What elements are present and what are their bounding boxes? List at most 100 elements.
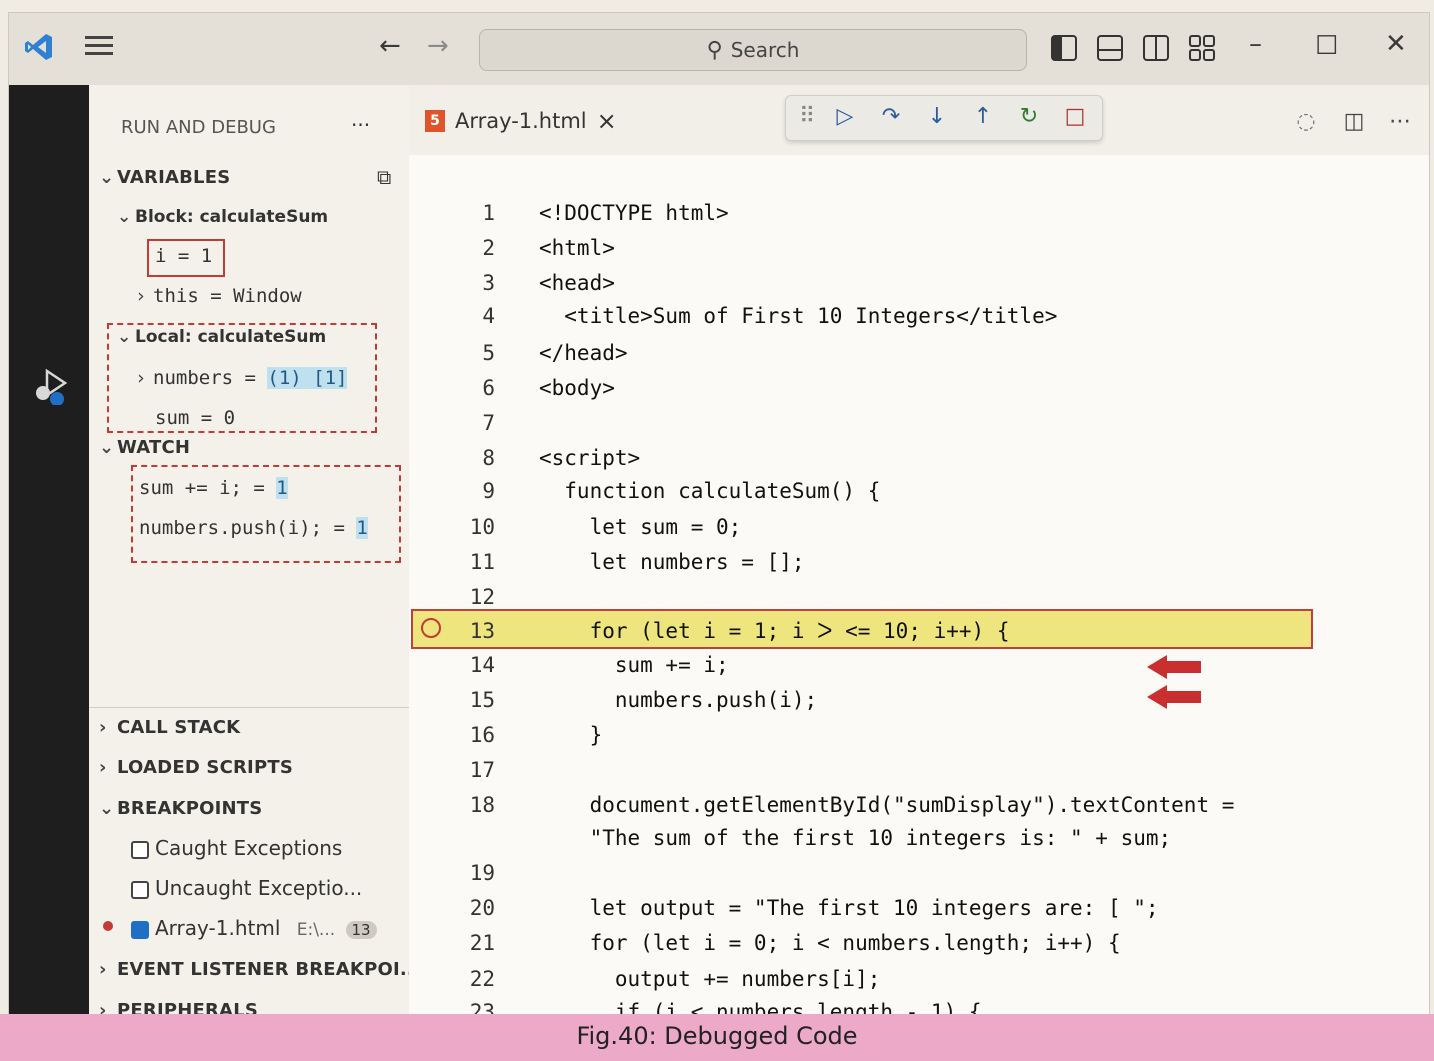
line-number[interactable]: 6 <box>449 376 495 400</box>
drag-handle-icon[interactable]: ⠿ <box>792 102 822 132</box>
checkbox-checked[interactable] <box>131 920 149 939</box>
code-line[interactable]: "The sum of the first 10 integers is: " … <box>539 826 1172 850</box>
customize-layout-icon[interactable] <box>1189 35 1215 68</box>
breakpoint-array-file[interactable]: Array-1.html E:\... 13 <box>131 916 377 940</box>
variables-section-header[interactable]: ⌄ VARIABLES <box>99 167 230 188</box>
code-line[interactable]: <body> <box>539 376 615 400</box>
menu-icon[interactable] <box>85 33 113 64</box>
line-number[interactable]: 22 <box>449 967 495 991</box>
code-line[interactable]: sum += i; <box>539 653 729 677</box>
call-stack-section-header[interactable]: › CALL STACK <box>99 717 240 738</box>
variable-numbers[interactable]: › numbers = (1) [1] <box>135 367 348 389</box>
code-line[interactable]: <head> <box>539 271 615 295</box>
line-number[interactable]: 17 <box>449 758 495 782</box>
lightbulb-icon[interactable]: ◌ <box>1291 107 1321 137</box>
line-number[interactable]: 11 <box>449 550 495 574</box>
checkbox[interactable] <box>131 840 149 859</box>
search-icon: ⚲ <box>706 37 723 63</box>
line-number[interactable]: 13 <box>449 619 495 643</box>
line-number[interactable]: 2 <box>449 236 495 260</box>
line-number[interactable]: 10 <box>449 515 495 539</box>
line-number[interactable]: 1 <box>449 201 495 225</box>
toggle-primary-sidebar-icon[interactable] <box>1051 35 1077 68</box>
breakpoint-uncaught-exceptions[interactable]: Uncaught Exceptio... <box>131 876 362 900</box>
chevron-right-icon: › <box>135 285 147 307</box>
title-bar: ← → ⚲ Search – ☐ ✕ <box>9 13 1429 85</box>
line-number[interactable]: 16 <box>449 723 495 747</box>
variable-this[interactable]: › this = Window <box>135 285 302 307</box>
checkbox[interactable] <box>131 880 149 899</box>
event-listener-section-header[interactable]: › EVENT LISTENER BREAKPOI... <box>99 959 421 980</box>
code-line[interactable]: function calculateSum() { <box>539 479 880 503</box>
code-line[interactable]: document.getElementById("sumDisplay").te… <box>539 793 1235 817</box>
chevron-down-icon: ⌄ <box>117 327 132 347</box>
variable-sum[interactable]: sum = 0 <box>155 407 235 429</box>
line-number[interactable]: 5 <box>449 341 495 365</box>
line-number[interactable]: 4 <box>449 304 495 328</box>
split-editor-icon[interactable]: ◫ <box>1339 107 1369 137</box>
stop-icon[interactable]: □ <box>1060 102 1090 132</box>
code-line[interactable]: let numbers = []; <box>539 550 805 574</box>
code-line[interactable]: numbers.push(i); <box>539 688 817 712</box>
continue-icon[interactable]: ▷ <box>830 102 860 132</box>
line-number[interactable]: 20 <box>449 896 495 920</box>
maximize-icon[interactable]: ☐ <box>1315 31 1338 61</box>
line-number[interactable]: 21 <box>449 931 495 955</box>
code-line[interactable]: <html> <box>539 236 615 260</box>
line-number[interactable]: 8 <box>449 446 495 470</box>
chevron-right-icon: › <box>135 367 147 389</box>
arrow-annotation-icon <box>1147 655 1207 713</box>
code-line[interactable]: <!DOCTYPE html> <box>539 201 729 225</box>
code-line[interactable]: let output = "The first 10 integers are:… <box>539 896 1159 920</box>
line-number[interactable]: 14 <box>449 653 495 677</box>
watch-item-sum[interactable]: sum += i; = 1 <box>139 477 288 499</box>
breakpoint-caught-exceptions[interactable]: Caught Exceptions <box>131 836 342 860</box>
code-line[interactable]: } <box>539 723 603 747</box>
chevron-down-icon: ⌄ <box>99 437 115 458</box>
line-number[interactable]: 7 <box>449 411 495 435</box>
minimize-icon[interactable]: – <box>1249 29 1262 59</box>
code-line[interactable]: </head> <box>539 341 628 365</box>
run-debug-icon[interactable] <box>29 365 69 406</box>
tab-array-1-html[interactable]: 5 Array-1.html × <box>425 99 617 143</box>
sidebar-header: RUN AND DEBUG <box>121 117 276 138</box>
collapse-all-icon[interactable]: ⧉ <box>377 165 391 189</box>
step-into-icon[interactable]: ↓ <box>922 102 952 132</box>
toggle-secondary-sidebar-icon[interactable] <box>1143 35 1169 68</box>
line-number[interactable]: 3 <box>449 271 495 295</box>
block-scope[interactable]: ⌄ Block: calculateSum <box>117 207 328 227</box>
editor-tab-bar: 5 Array-1.html × ⠿ ▷ ↷ ↓ ↑ ↻ □ ◌ ◫ ⋯ <box>409 85 1429 155</box>
arrow-right-icon[interactable]: → <box>427 31 449 61</box>
tab-close-icon[interactable]: × <box>597 107 617 135</box>
code-line[interactable]: output += numbers[i]; <box>539 967 881 991</box>
code-line[interactable]: for (let i = 0; i < numbers.length; i++)… <box>539 931 1121 955</box>
watch-item-push[interactable]: numbers.push(i); = 1 <box>139 517 368 539</box>
figure-caption: Fig.40: Debugged Code <box>0 1014 1434 1061</box>
local-scope[interactable]: ⌄ Local: calculateSum <box>117 327 326 347</box>
code-line[interactable]: <title>Sum of First 10 Integers</title> <box>539 304 1057 328</box>
sidebar-more-icon[interactable]: ··· <box>351 113 370 137</box>
step-out-icon[interactable]: ↑ <box>968 102 998 132</box>
restart-icon[interactable]: ↻ <box>1014 102 1044 132</box>
more-actions-icon[interactable]: ⋯ <box>1385 107 1415 137</box>
search-label: Search <box>730 38 800 62</box>
line-number[interactable]: 9 <box>449 479 495 503</box>
line-number[interactable]: 19 <box>449 861 495 885</box>
chevron-right-icon: › <box>99 717 107 738</box>
code-line[interactable]: <script> <box>539 446 640 470</box>
toggle-panel-icon[interactable] <box>1097 35 1123 68</box>
code-line[interactable]: let sum = 0; <box>539 515 742 539</box>
code-line[interactable]: for (let i = 1; i ᐳ <= 10; i++) { <box>539 619 1010 643</box>
close-window-icon[interactable]: ✕ <box>1385 29 1407 59</box>
search-box[interactable]: ⚲ Search <box>479 29 1027 71</box>
line-number[interactable]: 15 <box>449 688 495 712</box>
arrow-left-icon[interactable]: ← <box>379 31 401 61</box>
variable-i[interactable]: i = 1 <box>155 245 212 267</box>
line-number[interactable]: 12 <box>449 585 495 609</box>
editor-area: 5 Array-1.html × ⠿ ▷ ↷ ↓ ↑ ↻ □ ◌ ◫ ⋯ 1 <!… <box>409 85 1429 1021</box>
watch-section-header[interactable]: ⌄ WATCH <box>99 437 190 458</box>
line-number[interactable]: 18 <box>449 793 495 817</box>
breakpoints-section-header[interactable]: ⌄ BREAKPOINTS <box>99 798 262 819</box>
loaded-scripts-section-header[interactable]: › LOADED SCRIPTS <box>99 757 293 778</box>
step-over-icon[interactable]: ↷ <box>876 102 906 132</box>
